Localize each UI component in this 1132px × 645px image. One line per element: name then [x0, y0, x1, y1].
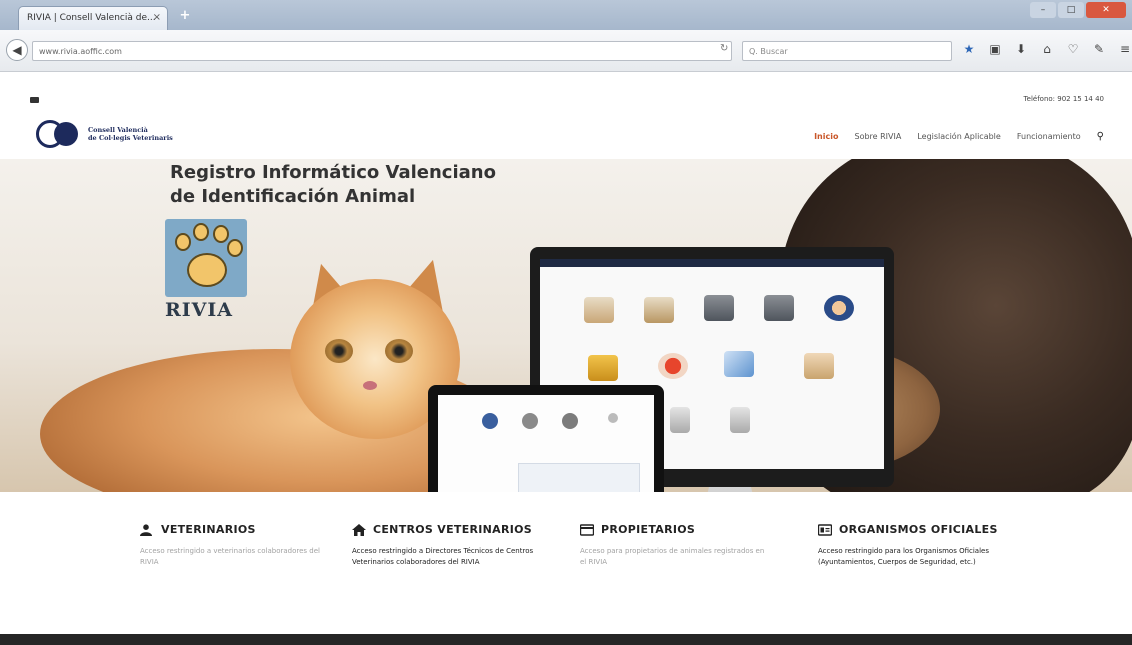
search-icon[interactable]: ⚲ — [1097, 131, 1104, 142]
tab-title: RIVIA | Consell Valencià de... — [27, 13, 156, 23]
section-veterinarios[interactable]: VETERINARIOS Acceso restringido a veteri… — [140, 523, 340, 568]
section-title: CENTROS VETERINARIOS — [373, 523, 533, 536]
web-page: Teléfono: 902 15 14 40 Consell Valencià … — [0, 73, 1132, 645]
paw-logo-icon — [165, 219, 247, 297]
section-centros-veterinarios[interactable]: CENTROS VETERINARIOS Acceso restringido … — [352, 523, 552, 568]
card-icon — [579, 523, 595, 536]
section-title: PROPIETARIOS — [601, 523, 696, 536]
nav-item-sobre-rivia[interactable]: Sobre RIVIA — [854, 132, 901, 141]
browser-tab[interactable]: RIVIA | Consell Valencià de... × — [18, 6, 168, 30]
reload-icon[interactable]: ↻ — [720, 43, 728, 54]
browser-toolbar: ◀ www.rivia.aoffic.com ↻ Q. Buscar ★ ▣ ⬇… — [0, 30, 1132, 72]
nav-item-inicio[interactable]: Inicio — [814, 132, 838, 141]
section-heading: PROPIETARIOS — [579, 523, 780, 536]
tablet-mockup — [428, 385, 664, 492]
maximize-button[interactable]: □ — [1058, 2, 1084, 18]
logo-line-1: Consell Valencià — [88, 126, 148, 134]
bookmarks-list-icon[interactable]: ▣ — [988, 42, 1002, 56]
toolbar-icons: ★ ▣ ⬇ ⌂ ♡ ✎ ≡ — [962, 42, 1132, 56]
phone-number: Teléfono: 902 15 14 40 — [1023, 95, 1104, 103]
url-text: www.rivia.aoffic.com — [39, 47, 122, 56]
hero-title-line-2: de Identificación Animal — [170, 186, 416, 207]
hero-banner: Registro Informático Valenciano de Ident… — [0, 159, 1132, 492]
new-tab-button[interactable]: + — [176, 8, 194, 24]
minimize-button[interactable]: – — [1030, 2, 1056, 18]
back-button[interactable]: ◀ — [6, 39, 28, 61]
person-icon — [140, 523, 154, 536]
menu-icon[interactable]: ≡ — [1118, 42, 1132, 56]
logo-mark-icon — [36, 120, 82, 148]
mail-icon[interactable] — [30, 97, 39, 103]
home-icon — [352, 523, 366, 536]
pocket-icon[interactable]: ♡ — [1066, 42, 1080, 56]
address-bar[interactable]: www.rivia.aoffic.com — [32, 41, 732, 61]
section-description: Acceso restringido a Directores Técnicos… — [352, 547, 534, 566]
site-logo[interactable]: Consell Valencià de Col·legis Veterinari… — [36, 120, 173, 148]
section-heading: CENTROS VETERINARIOS — [352, 523, 552, 536]
main-navigation: Inicio Sobre RIVIA Legislación Aplicable… — [814, 131, 1104, 142]
section-title: ORGANISMOS OFICIALES — [839, 523, 998, 536]
hero-title-line-1: Registro Informático Valenciano — [170, 162, 496, 183]
close-tab-icon[interactable]: × — [153, 12, 161, 23]
rivia-logo-word: RIVIA — [165, 299, 234, 321]
download-icon[interactable]: ⬇ — [1014, 42, 1028, 56]
close-window-button[interactable]: ✕ — [1086, 2, 1126, 18]
section-description: Acceso restringido a veterinarios colabo… — [140, 547, 320, 566]
bookmark-star-icon[interactable]: ★ — [962, 42, 976, 56]
section-heading: VETERINARIOS — [140, 523, 340, 536]
logo-line-2: de Col·legis Veterinaris — [88, 134, 173, 142]
footer-bar — [0, 634, 1132, 645]
logo-text: Consell Valencià de Col·legis Veterinari… — [88, 126, 173, 142]
nav-item-legislacion[interactable]: Legislación Aplicable — [917, 132, 1000, 141]
section-description: Acceso restringido para los Organismos O… — [818, 547, 989, 566]
section-title: VETERINARIOS — [161, 523, 256, 536]
home-icon[interactable]: ⌂ — [1040, 42, 1054, 56]
window-controls: – □ ✕ — [1030, 2, 1126, 18]
tablet-screen — [438, 395, 654, 492]
section-organismos-oficiales[interactable]: ORGANISMOS OFICIALES Acceso restringido … — [817, 523, 1018, 568]
browser-search-input[interactable]: Q. Buscar — [742, 41, 952, 61]
section-description: Acceso para propietarios de animales reg… — [580, 547, 765, 566]
nav-item-funcionamiento[interactable]: Funcionamiento — [1017, 132, 1081, 141]
access-sections: VETERINARIOS Acceso restringido a veteri… — [0, 523, 1132, 613]
hero-title: Registro Informático Valenciano de Ident… — [170, 161, 496, 209]
search-placeholder: Q. Buscar — [749, 47, 788, 56]
id-card-icon — [817, 523, 833, 536]
browser-tab-strip: RIVIA | Consell Valencià de... × + – □ ✕ — [0, 0, 1132, 30]
addon-icon[interactable]: ✎ — [1092, 42, 1106, 56]
section-propietarios[interactable]: PROPIETARIOS Acceso para propietarios de… — [579, 523, 780, 568]
section-heading: ORGANISMOS OFICIALES — [817, 523, 1018, 536]
